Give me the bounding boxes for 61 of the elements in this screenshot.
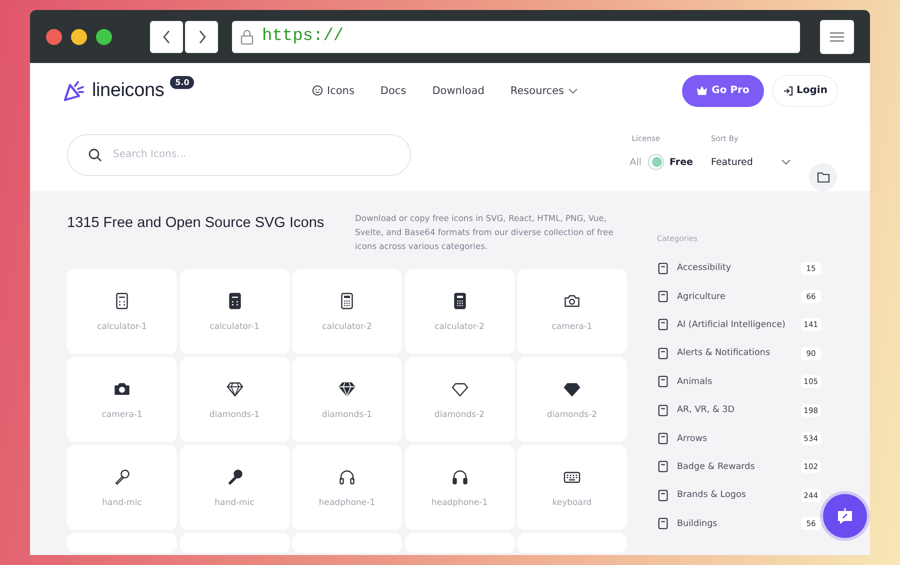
icon-card[interactable]: camera-1 — [67, 357, 177, 442]
category-icon — [657, 488, 670, 502]
version-badge: 5.0 — [170, 76, 194, 88]
chat-bot-icon — [835, 506, 855, 526]
nav-link[interactable]: Docs — [380, 84, 406, 96]
chevron-down-icon — [781, 158, 791, 166]
chevron-down-icon — [568, 86, 578, 94]
icon-card[interactable]: diamonds-2 — [404, 357, 514, 442]
search-icon — [88, 148, 102, 162]
login-icon — [782, 86, 793, 96]
folder-icon — [816, 172, 830, 182]
category-icon — [657, 517, 670, 530]
maximize-icon[interactable] — [96, 28, 112, 44]
icon-card[interactable]: calculator-1 — [180, 269, 290, 354]
nav-link[interactable]: Download — [432, 84, 484, 96]
logo-text: lineicons — [92, 80, 164, 102]
icon-card[interactable]: calculator-1 — [67, 269, 177, 354]
menu-icon — [829, 30, 845, 44]
category-icon — [657, 262, 670, 275]
settings-button[interactable] — [820, 20, 854, 54]
category-icon — [657, 318, 670, 332]
minimize-icon[interactable] — [71, 28, 87, 44]
icon-card[interactable]: diamonds-1 — [180, 357, 290, 442]
category-icon — [657, 404, 670, 417]
forward-button[interactable] — [185, 20, 218, 52]
smiley-icon — [312, 85, 323, 96]
close-icon[interactable] — [46, 28, 62, 44]
url-text: https:// — [262, 27, 344, 46]
chat-button[interactable] — [823, 494, 867, 538]
crown-icon — [696, 86, 707, 95]
folder-button[interactable] — [809, 163, 837, 191]
page-description: Download or copy free icons in SVG, React, HTML, PNG, Vue, Svelte, and Base64 formats from our diverse collection of free icons across various categories. — [355, 212, 614, 253]
address-bar[interactable]: https:// — [232, 20, 800, 52]
chevron-left-icon — [160, 30, 172, 44]
icon-card[interactable]: camera-1 — [517, 269, 627, 354]
page-heading: 1315 Free and Open Source SVG Icons — [67, 215, 326, 233]
go-pro-button[interactable]: Go Pro — [682, 74, 764, 106]
icon-card[interactable]: calculator-2 — [292, 269, 402, 354]
icon-card[interactable]: keyboard — [517, 445, 627, 530]
category-icon — [657, 375, 670, 388]
icon-card[interactable]: diamonds-1 — [292, 357, 402, 442]
category-icon — [657, 460, 670, 474]
nav-link[interactable]: Resources — [510, 84, 578, 96]
icon-card[interactable]: headphone-1 — [404, 445, 514, 530]
icon-card[interactable]: diamonds-2 — [517, 357, 627, 442]
search-field[interactable]: Search Icons... — [67, 134, 411, 176]
icon-card[interactable]: hand-mic — [67, 445, 177, 530]
icon-card[interactable]: headphone-1 — [292, 445, 402, 530]
license-option[interactable]: All — [630, 156, 642, 168]
login-button[interactable]: Login — [772, 74, 838, 106]
logo-icon — [62, 80, 86, 102]
back-button[interactable] — [150, 20, 183, 52]
icon-card[interactable]: calculator-2 — [404, 269, 514, 354]
license-toggle[interactable] — [648, 154, 664, 170]
category-icon — [657, 346, 670, 360]
category-icon — [657, 432, 670, 446]
nav-link[interactable]: Icons — [312, 84, 354, 96]
lock-icon — [240, 28, 254, 44]
license-option[interactable]: Free — [670, 156, 693, 168]
icon-card[interactable]: hand-mic — [180, 445, 290, 530]
category-icon — [657, 290, 670, 304]
